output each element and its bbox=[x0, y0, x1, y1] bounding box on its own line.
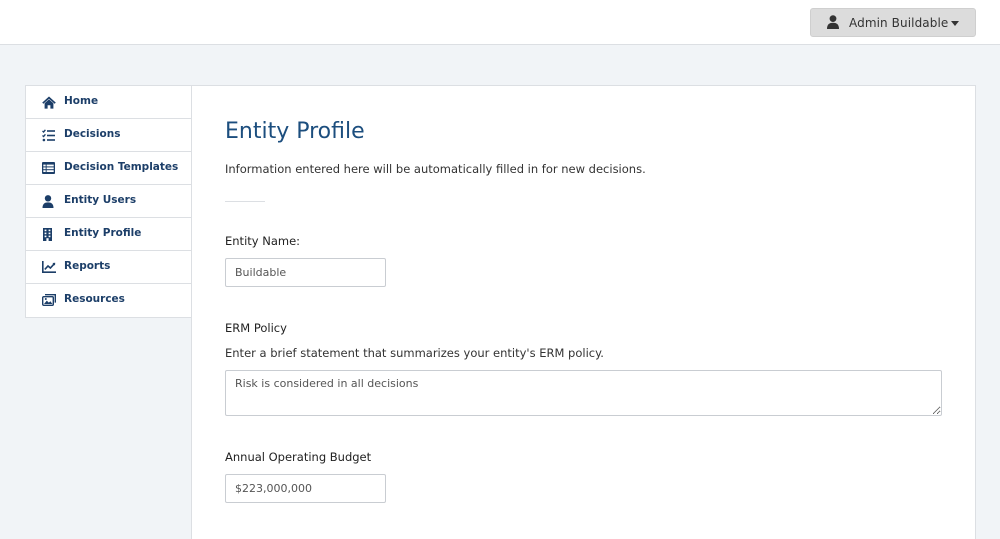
home-icon bbox=[42, 96, 56, 109]
sidebar-item-resources[interactable]: Resources bbox=[26, 284, 192, 317]
sidebar-item-decisions[interactable]: Decisions bbox=[26, 119, 192, 152]
images-icon bbox=[42, 294, 56, 307]
entity-name-label: Entity Name: bbox=[225, 234, 301, 248]
sidebar-item-decision-templates[interactable]: Decision Templates bbox=[26, 152, 192, 185]
user-icon bbox=[827, 15, 839, 29]
budget-label: Annual Operating Budget bbox=[225, 450, 372, 464]
list-check-icon bbox=[42, 129, 55, 142]
user-icon bbox=[42, 195, 55, 208]
page-description: Information entered here will be automat… bbox=[225, 162, 646, 176]
table-list-icon bbox=[42, 162, 55, 175]
sidebar-item-label: Decisions bbox=[64, 128, 121, 140]
entity-name-input[interactable] bbox=[225, 258, 386, 287]
page-title: Entity Profile bbox=[225, 119, 365, 144]
sidebar-item-label: Entity Users bbox=[64, 194, 137, 206]
erm-policy-help-text: Enter a brief statement that summarizes … bbox=[225, 346, 604, 360]
sidebar-item-entity-profile[interactable]: Entity Profile bbox=[26, 218, 192, 251]
sidebar-item-label: Reports bbox=[64, 260, 111, 272]
building-icon bbox=[42, 228, 55, 241]
user-menu-label: Admin Buildable bbox=[849, 16, 949, 30]
erm-policy-textarea[interactable]: Risk is considered in all decisions bbox=[225, 370, 942, 416]
erm-policy-label: ERM Policy bbox=[225, 321, 287, 335]
sidebar-item-home[interactable]: Home bbox=[26, 86, 192, 119]
divider bbox=[225, 201, 265, 202]
sidebar-nav: Home Decisions Decision Templates Entity… bbox=[25, 85, 192, 318]
chevron-down-icon bbox=[951, 21, 959, 26]
sidebar-item-label: Entity Profile bbox=[64, 227, 142, 239]
user-menu-button[interactable]: Admin Buildable bbox=[810, 8, 976, 37]
annual-operating-budget-input[interactable] bbox=[225, 474, 386, 503]
entity-profile-panel: Entity Profile Information entered here … bbox=[191, 85, 976, 539]
sidebar-item-reports[interactable]: Reports bbox=[26, 251, 192, 284]
top-bar: Admin Buildable bbox=[0, 0, 1000, 45]
chart-line-icon bbox=[42, 261, 56, 274]
sidebar-item-label: Decision Templates bbox=[64, 161, 179, 173]
sidebar-item-label: Resources bbox=[64, 293, 125, 305]
sidebar-item-label: Home bbox=[64, 95, 99, 107]
sidebar-item-entity-users[interactable]: Entity Users bbox=[26, 185, 192, 218]
